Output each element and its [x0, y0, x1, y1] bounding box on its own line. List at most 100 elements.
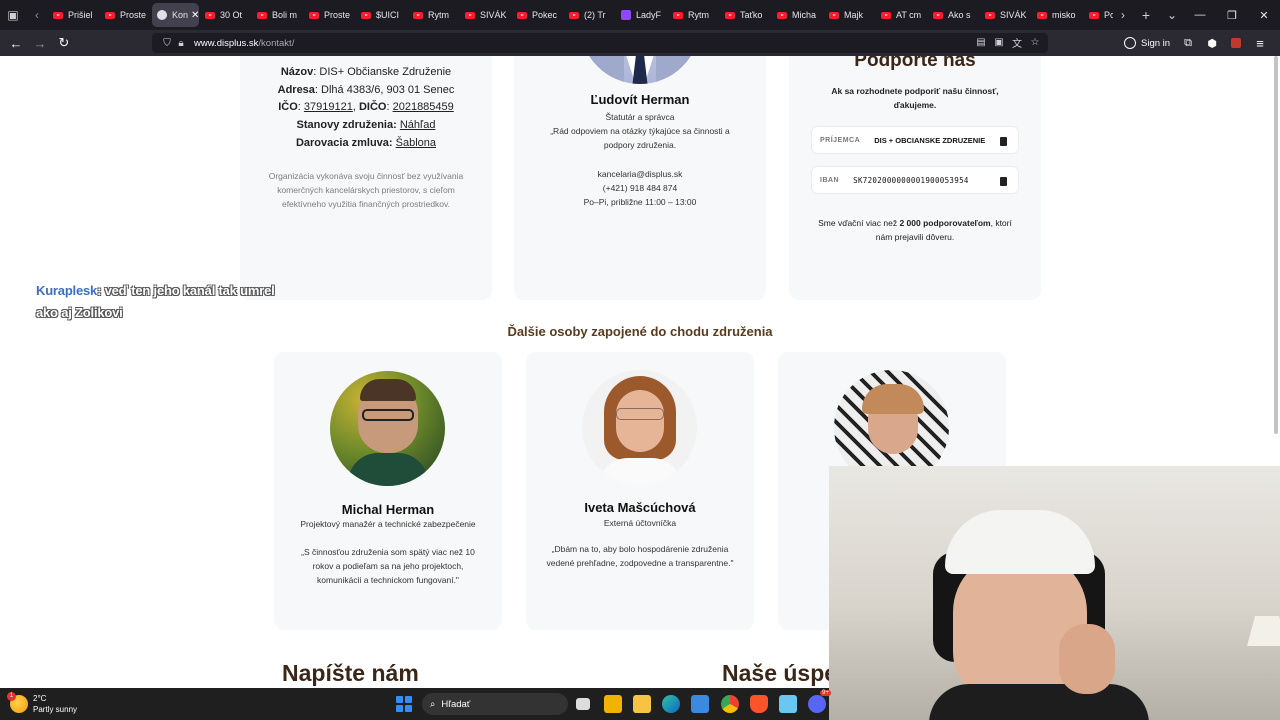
browser-tab[interactable]: Taťko: [720, 3, 771, 27]
addon-icon[interactable]: ⬢: [1200, 30, 1224, 56]
taskbar-search[interactable]: ⌕ Hľadať: [422, 693, 568, 715]
dico-link[interactable]: 2021885459: [393, 101, 454, 113]
youtube-icon: [361, 11, 371, 19]
photos-icon[interactable]: [691, 695, 709, 713]
extensions-icon[interactable]: ⧉: [1176, 30, 1200, 56]
browser-tab[interactable]: Majk: [824, 3, 875, 27]
youtube-icon: [933, 11, 943, 19]
globe-icon: [157, 10, 167, 20]
lock-icon[interactable]: 🔒︎: [174, 36, 188, 50]
task-view-icon[interactable]: [576, 698, 590, 710]
tab-overview-icon[interactable]: ▣: [0, 0, 26, 30]
store-icon[interactable]: [604, 695, 622, 713]
addon-red-icon[interactable]: [1224, 30, 1248, 56]
discord-icon[interactable]: 9+: [808, 690, 831, 713]
browser-tab[interactable]: Po: [1084, 3, 1113, 27]
browser-tab[interactable]: Ako s: [928, 3, 979, 27]
browser-tab[interactable]: Proste: [304, 3, 355, 27]
url-text[interactable]: www.displus.sk/kontakt/: [194, 38, 294, 49]
copy-iban-icon[interactable]: [994, 172, 1012, 190]
menu-icon[interactable]: ≡: [1248, 30, 1272, 56]
windows-start-icon[interactable]: [396, 696, 412, 712]
youtube-icon: [105, 11, 115, 19]
edge-icon[interactable]: [662, 695, 680, 713]
scroll-tabs-right-icon[interactable]: ›: [1113, 0, 1133, 30]
tab-label: Rytm: [428, 10, 449, 20]
browser-tab[interactable]: SIVÁK: [460, 3, 511, 27]
twitch-icon: [621, 10, 631, 20]
tab-label: Proste: [120, 10, 147, 20]
reload-icon[interactable]: ↻: [52, 30, 76, 56]
back-icon[interactable]: ←: [4, 30, 28, 56]
shield-icon[interactable]: ⛉: [160, 36, 174, 50]
michal-name: Michal Herman: [341, 502, 435, 517]
browser-tab[interactable]: AT cm: [876, 3, 927, 27]
notepad-icon[interactable]: [779, 695, 797, 713]
browser-tab[interactable]: LadyF: [616, 3, 667, 27]
translate-icon[interactable]: 文: [1010, 35, 1024, 50]
browser-tab[interactable]: Rytm: [408, 3, 459, 27]
director-hours: Po–Pi, približne 11:00 – 13:00: [583, 197, 697, 207]
scroll-tabs-left-icon[interactable]: ‹: [26, 0, 48, 30]
bookmark-star-icon[interactable]: ☆: [1028, 35, 1042, 49]
tab-label: LadyF: [636, 10, 662, 20]
tab-label: Boli m: [272, 10, 298, 20]
windows-taskbar: 1 2°C Partly sunny ⌕ Hľadať 9+: [0, 688, 831, 720]
browser-tab[interactable]: misko: [1032, 3, 1083, 27]
director-phone[interactable]: (+421) 918 484 874: [514, 181, 766, 195]
browser-tab[interactable]: Kon ✕: [152, 3, 199, 27]
browser-tab[interactable]: SIVÁK: [980, 3, 1031, 27]
tab-label: Rytm: [688, 10, 709, 20]
screenshot-icon[interactable]: ▣: [992, 35, 1006, 49]
file-explorer-icon[interactable]: [633, 695, 651, 713]
reader-view-icon[interactable]: ▤: [974, 35, 988, 49]
url-bar[interactable]: ⛉ 🔒︎ www.displus.sk/kontakt/ ▤ ▣ 文 ☆: [152, 33, 1048, 53]
browser-tab[interactable]: Proste: [100, 3, 151, 27]
sign-in-button[interactable]: Sign in: [1124, 34, 1170, 52]
restore-icon[interactable]: ❐: [1216, 0, 1248, 30]
account-icon: [1124, 37, 1136, 49]
org-note: Organizácia vykonáva svoju činnosť bez v…: [268, 171, 464, 209]
youtube-icon: [517, 11, 527, 19]
browser-tab[interactable]: Pokec: [512, 3, 563, 27]
tab-label: SIVÁK: [480, 10, 507, 20]
director-quote: „Rád odpoviem na otázky týkajúce sa činn…: [550, 126, 730, 150]
tab-label: Majk: [844, 10, 864, 20]
browser-tab[interactable]: $UICI: [356, 3, 407, 27]
chrome-icon[interactable]: [721, 695, 739, 713]
director-email[interactable]: kancelaria@displus.sk: [514, 167, 766, 181]
list-tabs-icon[interactable]: ⌄: [1159, 0, 1185, 30]
browser-tab[interactable]: Micha: [772, 3, 823, 27]
iveta-name: Iveta Mašcúchová: [584, 500, 696, 515]
youtube-icon: [413, 11, 423, 19]
close-tab-icon[interactable]: ✕: [191, 10, 199, 21]
stream-chat-message: Kuraplesk: veď ten jeho kanál tak umrel …: [36, 280, 276, 324]
org-ids: IČO: 37919121, DIČO: 2021885459: [278, 101, 454, 113]
weather-widget[interactable]: 1 2°C Partly sunny: [7, 692, 77, 715]
statutes-link[interactable]: Náhľad: [400, 119, 436, 131]
close-window-icon[interactable]: ✕: [1248, 0, 1280, 30]
ico-link[interactable]: 37919121: [304, 101, 353, 113]
director-name: Ľudovít Herman: [590, 92, 690, 107]
brave-icon[interactable]: [750, 695, 768, 713]
browser-tab[interactable]: 30 Ot: [200, 3, 251, 27]
youtube-icon: [725, 11, 735, 19]
browser-tab[interactable]: Prišiel: [48, 3, 99, 27]
forward-icon[interactable]: →: [28, 30, 52, 56]
supporters-text: Sme vďační viac než 2 000 podporovateľom…: [818, 218, 1012, 242]
tab-label: Taťko: [740, 10, 763, 20]
michal-role: Projektový manažér a technické zabezpeče…: [300, 519, 476, 529]
youtube-icon: [205, 11, 215, 19]
browser-tab[interactable]: (2) Tr: [564, 3, 615, 27]
person-card-michal: Michal Herman Projektový manažér a techn…: [274, 352, 502, 630]
scrollbar-thumb[interactable]: [1274, 56, 1278, 434]
browser-tab[interactable]: Boli m: [252, 3, 303, 27]
minimize-icon[interactable]: —: [1184, 0, 1216, 30]
tab-strip: Prišiel Proste Kon ✕ 30 Ot Boli m Proste $UICI R…: [48, 0, 1113, 30]
copy-recipient-icon[interactable]: [994, 132, 1012, 150]
new-tab-icon[interactable]: +: [1133, 0, 1159, 30]
donation-link[interactable]: Šablona: [396, 137, 436, 149]
tab-label: Prišiel: [68, 10, 93, 20]
browser-tab[interactable]: Rytm: [668, 3, 719, 27]
search-icon: ⌕: [430, 698, 436, 710]
